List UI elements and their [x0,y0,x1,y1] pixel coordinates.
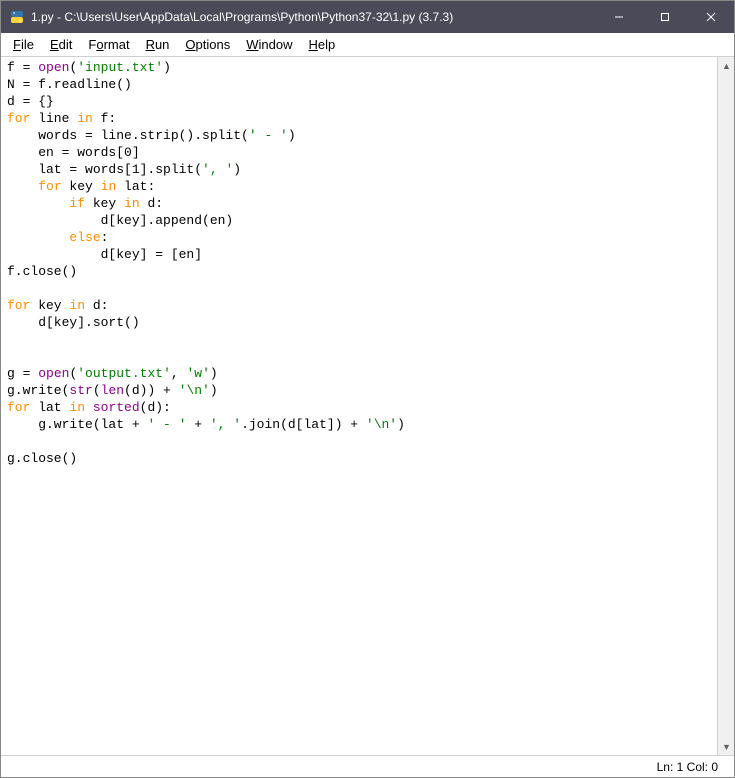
code-line: f.close() [7,263,711,280]
code-line: for key in lat: [7,178,711,195]
code-line: f = open('input.txt') [7,59,711,76]
menubar: File Edit Format Run Options Window Help [1,33,734,57]
statusbar: Ln: 1 Col: 0 [1,755,734,777]
code-editor[interactable]: f = open('input.txt')N = f.readline()d =… [1,57,717,755]
titlebar[interactable]: 1.py - C:\Users\User\AppData\Local\Progr… [1,1,734,33]
code-line: lat = words[1].split(', ') [7,161,711,178]
maximize-button[interactable] [642,1,688,33]
code-line: g.close() [7,450,711,467]
code-line [7,280,711,297]
code-line: for key in d: [7,297,711,314]
code-line: for line in f: [7,110,711,127]
code-line: d = {} [7,93,711,110]
menu-format[interactable]: Format [80,35,137,54]
code-line: else: [7,229,711,246]
code-line: for lat in sorted(d): [7,399,711,416]
code-line: g.write(lat + ' - ' + ', '.join(d[lat]) … [7,416,711,433]
close-button[interactable] [688,1,734,33]
code-line: d[key] = [en] [7,246,711,263]
scroll-down-icon[interactable]: ▼ [718,738,734,755]
menu-window[interactable]: Window [238,35,300,54]
code-line: d[key].sort() [7,314,711,331]
code-line: if key in d: [7,195,711,212]
window-controls [596,1,734,33]
menu-file[interactable]: File [5,35,42,54]
code-line: d[key].append(en) [7,212,711,229]
minimize-button[interactable] [596,1,642,33]
menu-edit[interactable]: Edit [42,35,80,54]
idle-window: 1.py - C:\Users\User\AppData\Local\Progr… [0,0,735,778]
code-line [7,331,711,348]
code-line: en = words[0] [7,144,711,161]
menu-run[interactable]: Run [138,35,178,54]
code-line [7,433,711,450]
code-line [7,348,711,365]
scroll-up-icon[interactable]: ▲ [718,57,734,74]
menu-options[interactable]: Options [177,35,238,54]
window-title: 1.py - C:\Users\User\AppData\Local\Progr… [31,10,596,24]
code-line: N = f.readline() [7,76,711,93]
code-line: words = line.strip().split(' - ') [7,127,711,144]
menu-help[interactable]: Help [301,35,344,54]
vertical-scrollbar[interactable]: ▲ ▼ [717,57,734,755]
python-icon [9,9,25,25]
cursor-position: Ln: 1 Col: 0 [657,760,718,774]
code-line: g.write(str(len(d)) + '\n') [7,382,711,399]
editor-area: f = open('input.txt')N = f.readline()d =… [1,57,734,755]
code-line: g = open('output.txt', 'w') [7,365,711,382]
